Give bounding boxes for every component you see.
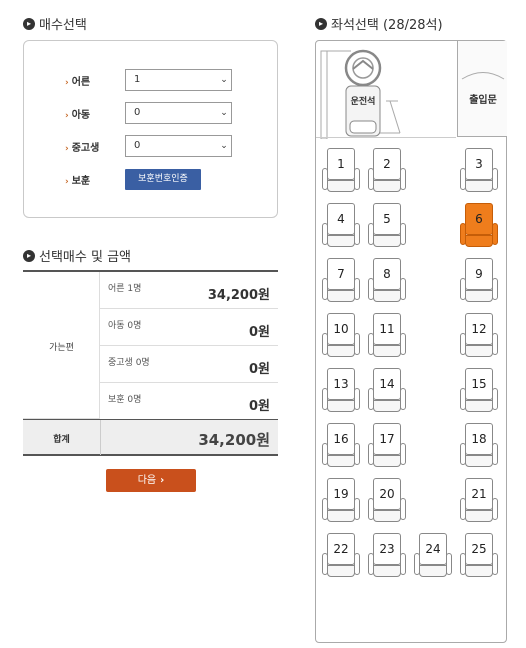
seat-24[interactable]: 24 xyxy=(414,533,452,579)
seat-8[interactable]: 8 xyxy=(368,258,406,304)
student-select[interactable]: 0 ⌄ xyxy=(125,135,232,157)
seat-number: 14 xyxy=(379,377,395,391)
arrow-icon: › xyxy=(65,143,69,154)
bus-layout: 운전석 출입문 1 2 3 4 5 6 7 8 9 10 11 12 13 14 15 16 17 18 19 20 2… xyxy=(315,40,507,643)
arrow-icon: › xyxy=(65,77,69,88)
driver-seat: 운전석 xyxy=(316,41,406,140)
seat-number: 8 xyxy=(383,267,391,281)
arrow-icon: › xyxy=(65,176,69,187)
seat-number: 20 xyxy=(379,487,395,501)
count-section-title-text: 매수선택 xyxy=(39,18,87,33)
seat-21[interactable]: 21 xyxy=(460,478,498,524)
chevron-right-icon: ▸ xyxy=(23,17,35,30)
seat-number: 25 xyxy=(471,542,487,556)
seat-number: 3 xyxy=(475,157,483,171)
seat-number: 18 xyxy=(471,432,487,446)
seat-number: 21 xyxy=(471,487,487,501)
seat-9[interactable]: 9 xyxy=(460,258,498,304)
seat-number: 11 xyxy=(379,322,395,336)
door: 출입문 xyxy=(457,41,507,137)
seat-2[interactable]: 2 xyxy=(368,148,406,194)
price-section-title-text: 선택매수 및 금액 xyxy=(39,250,131,265)
seat-17[interactable]: 17 xyxy=(368,423,406,469)
chevron-down-icon: ⌄ xyxy=(220,141,228,151)
seat-12[interactable]: 12 xyxy=(460,313,498,359)
seat-number: 22 xyxy=(333,542,349,556)
next-button[interactable]: 다음 › xyxy=(106,469,196,492)
chevron-right-icon: › xyxy=(160,475,165,486)
seat-number: 4 xyxy=(337,212,345,226)
count-section-title: ▸ 매수선택 xyxy=(23,14,87,33)
seat-number: 19 xyxy=(333,487,349,501)
seat-number: 6 xyxy=(475,212,483,226)
seat-10[interactable]: 10 xyxy=(322,313,360,359)
seat-25[interactable]: 25 xyxy=(460,533,498,579)
arrow-icon: › xyxy=(65,110,69,121)
chevron-down-icon: ⌄ xyxy=(220,108,228,118)
seat-22[interactable]: 22 xyxy=(322,533,360,579)
seat-18[interactable]: 18 xyxy=(460,423,498,469)
seat-1[interactable]: 1 xyxy=(322,148,360,194)
chevron-right-icon: ▸ xyxy=(315,17,327,30)
price-row-guardian: 보훈 0명 0원 xyxy=(108,395,270,414)
seat-number: 16 xyxy=(333,432,349,446)
count-box: › 어른 1 ⌄ › 아동 0 ⌄ › 중고생 0 ⌄ › 보훈 보훈번호인증 xyxy=(23,40,278,218)
seat-5[interactable]: 5 xyxy=(368,203,406,249)
seat-number: 12 xyxy=(471,322,487,336)
seat-7[interactable]: 7 xyxy=(322,258,360,304)
seat-16[interactable]: 16 xyxy=(322,423,360,469)
seat-20[interactable]: 20 xyxy=(368,478,406,524)
price-row-adult: 어른 1명 34,200원 xyxy=(100,272,278,309)
driver-label: 운전석 xyxy=(350,97,376,107)
seat-11[interactable]: 11 xyxy=(368,313,406,359)
door-frame-icon xyxy=(461,72,505,80)
trip-group-cell: 가는편 xyxy=(23,272,100,419)
seat-number: 24 xyxy=(425,542,441,556)
seat-14[interactable]: 14 xyxy=(368,368,406,414)
seat-6[interactable]: 6 xyxy=(460,203,498,249)
total-value: 34,200원 xyxy=(198,431,270,449)
seat-number: 2 xyxy=(383,157,391,171)
guardian-cert-button[interactable]: 보훈번호인증 xyxy=(125,168,201,190)
price-table: 가는편 어른 1명 34,200원 아동 0명 0원 중고생 0명 0원 보훈 0명 0… xyxy=(23,270,278,456)
seat-number: 15 xyxy=(471,377,487,391)
chevron-down-icon: ⌄ xyxy=(220,75,228,85)
price-row-student: 중고생 0명 0원 xyxy=(100,346,278,383)
seat-number: 23 xyxy=(379,542,395,556)
chevron-right-icon: ▸ xyxy=(23,249,35,262)
price-row-child: 아동 0명 0원 xyxy=(100,309,278,346)
seat-number: 7 xyxy=(337,267,345,281)
seat-number: 17 xyxy=(379,432,395,446)
seat-13[interactable]: 13 xyxy=(322,368,360,414)
price-section-title: ▸ 선택매수 및 금액 xyxy=(23,246,131,265)
seat-4[interactable]: 4 xyxy=(322,203,360,249)
seat-number: 13 xyxy=(333,377,349,391)
seat-3[interactable]: 3 xyxy=(460,148,498,194)
seat-number: 10 xyxy=(333,322,349,336)
price-total-row: 합계 34,200원 xyxy=(23,419,278,456)
driver-seat-icon xyxy=(320,49,401,140)
seat-number: 9 xyxy=(475,267,483,281)
seat-15[interactable]: 15 xyxy=(460,368,498,414)
seat-section-title-text: 좌석선택 (28/28석) xyxy=(331,18,443,33)
total-label: 합계 xyxy=(53,435,70,445)
seat-number: 1 xyxy=(337,157,345,171)
child-select[interactable]: 0 ⌄ xyxy=(125,102,232,124)
seat-number: 5 xyxy=(383,212,391,226)
adult-select[interactable]: 1 ⌄ xyxy=(125,69,232,91)
seat-23[interactable]: 23 xyxy=(368,533,406,579)
seat-19[interactable]: 19 xyxy=(322,478,360,524)
seat-section-title: ▸ 좌석선택 (28/28석) xyxy=(315,14,443,33)
